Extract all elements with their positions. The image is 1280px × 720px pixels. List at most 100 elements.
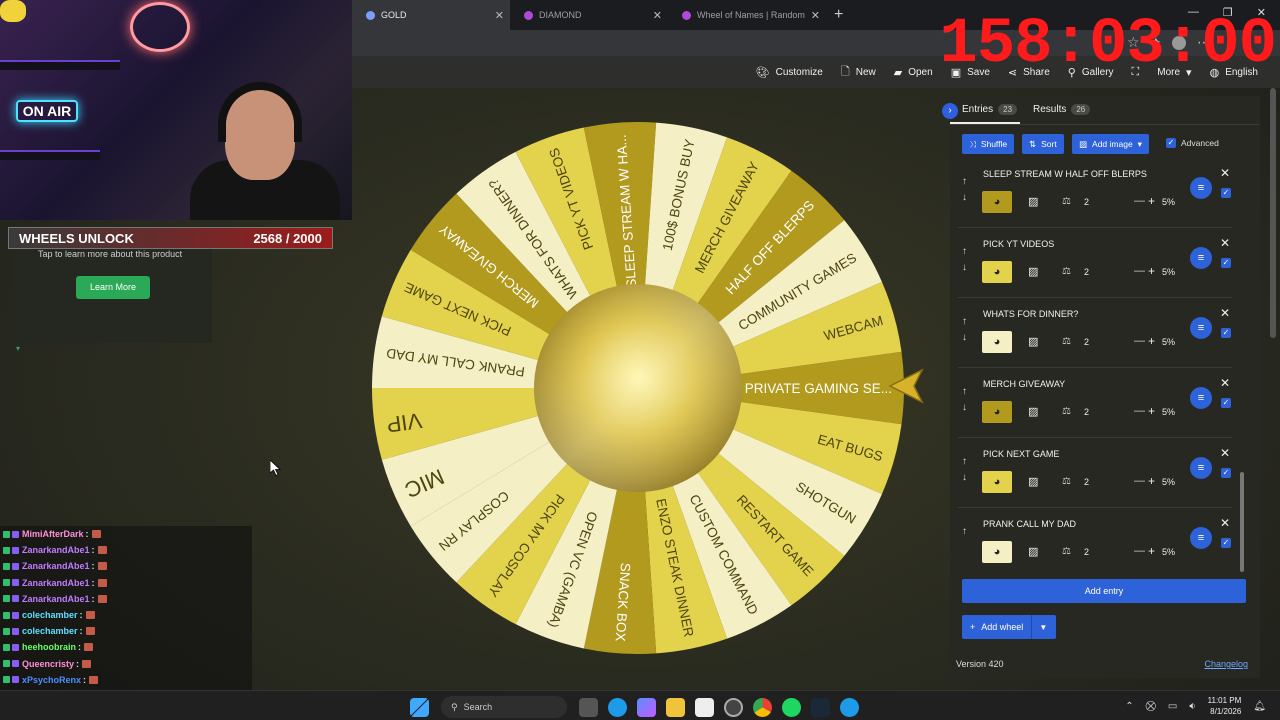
entry-image-icon[interactable]: ▨ <box>1028 265 1038 278</box>
entry-settings-icon[interactable]: ≡ <box>1190 177 1212 199</box>
move-up-icon[interactable]: ↑ <box>962 524 972 540</box>
remove-entry-icon[interactable]: ✕ <box>1220 306 1230 320</box>
increase-weight-icon[interactable]: + <box>1148 544 1155 558</box>
entry-image-icon[interactable]: ▨ <box>1028 335 1038 348</box>
start-icon[interactable] <box>410 697 429 717</box>
move-up-icon[interactable]: ↑ <box>962 244 972 260</box>
chat-username[interactable]: xPsychoRenx <box>22 675 81 685</box>
close-tab-icon[interactable]: ✕ <box>653 9 662 22</box>
tab-wheel-of-names[interactable]: Wheel of Names | Random name ✕ <box>668 0 826 30</box>
entry-enabled-checkbox[interactable]: ✓ <box>1221 188 1231 198</box>
entry-settings-icon[interactable]: ≡ <box>1190 457 1212 479</box>
remove-entry-icon[interactable]: ✕ <box>1220 446 1230 460</box>
chevron-up-icon[interactable]: ⌃ <box>1125 701 1133 712</box>
display-icon[interactable]: ▭ <box>1168 701 1177 712</box>
edge-icon[interactable] <box>840 697 859 717</box>
entry-weight[interactable]: 2 <box>1084 197 1089 207</box>
move-down-icon[interactable]: ↓ <box>962 330 972 346</box>
tab-entries[interactable]: Entries 23 <box>962 104 1018 115</box>
advanced-checkbox[interactable]: ✓ Advanced <box>1166 138 1219 148</box>
changelog-link[interactable]: Changelog <box>1204 659 1248 669</box>
tab-diamond[interactable]: DIAMOND ✕ <box>510 0 668 30</box>
entry-name[interactable]: PICK YT VIDEOS <box>983 239 1054 249</box>
decrease-weight-icon[interactable]: — <box>1134 335 1145 347</box>
increase-weight-icon[interactable]: + <box>1148 334 1155 348</box>
entry-enabled-checkbox[interactable]: ✓ <box>1221 258 1231 268</box>
new-tab-button[interactable]: + <box>834 6 843 24</box>
chat-username[interactable]: colechamber <box>22 626 78 636</box>
entry-weight[interactable]: 2 <box>1084 407 1089 417</box>
file-explorer-icon[interactable] <box>666 697 685 717</box>
move-down-icon[interactable]: ↓ <box>962 400 972 416</box>
chat-username[interactable]: ZanarkandAbe1 <box>22 545 90 555</box>
entry-enabled-checkbox[interactable]: ✓ <box>1221 328 1231 338</box>
entry-color-button[interactable]: ◕ <box>982 331 1012 353</box>
edge-icon[interactable] <box>608 697 627 717</box>
entry-image-icon[interactable]: ▨ <box>1028 475 1038 488</box>
volume-icon[interactable]: 🔉︎ <box>1189 701 1195 712</box>
chat-username[interactable]: ZanarkandAbe1 <box>22 594 90 604</box>
chat-username[interactable]: heehoobrain <box>22 642 76 652</box>
ad-choice-icon[interactable]: ▾ <box>16 344 20 353</box>
entry-name[interactable]: WHATS FOR DINNER? <box>983 309 1078 319</box>
entry-enabled-checkbox[interactable]: ✓ <box>1221 468 1231 478</box>
decrease-weight-icon[interactable]: — <box>1134 475 1145 487</box>
entry-name[interactable]: MERCH GIVEAWAY <box>983 379 1065 389</box>
store-icon[interactable] <box>695 697 714 717</box>
new-button[interactable]: 🗋 New <box>841 63 876 82</box>
add-image-button[interactable]: ▨ Add image ▾ <box>1072 134 1149 154</box>
add-wheel-main[interactable]: + Add wheel <box>962 615 1033 639</box>
entry-name[interactable]: PRANK CALL MY DAD <box>983 519 1076 529</box>
tab-results[interactable]: Results 26 <box>1033 104 1091 115</box>
move-down-icon[interactable]: ↓ <box>962 470 972 486</box>
remove-entry-icon[interactable]: ✕ <box>1220 376 1230 390</box>
remove-entry-icon[interactable]: ✕ <box>1220 236 1230 250</box>
entry-weight[interactable]: 2 <box>1084 337 1089 347</box>
entry-enabled-checkbox[interactable]: ✓ <box>1221 538 1231 548</box>
open-button[interactable]: ▰ Open <box>894 66 933 79</box>
chevron-down-icon[interactable]: ▼ <box>1032 623 1054 632</box>
entry-image-icon[interactable]: ▨ <box>1028 545 1038 558</box>
add-wheel-button[interactable]: + Add wheel ▼ <box>962 615 1056 639</box>
entry-settings-icon[interactable]: ≡ <box>1190 247 1212 269</box>
entry-image-icon[interactable]: ▨ <box>1028 405 1038 418</box>
increase-weight-icon[interactable]: + <box>1148 264 1155 278</box>
entry-enabled-checkbox[interactable]: ✓ <box>1221 398 1231 408</box>
entry-name[interactable]: SLEEP STREAM W HALF OFF BLERPS <box>983 169 1147 179</box>
entry-name[interactable]: PICK NEXT GAME <box>983 449 1059 459</box>
settings-icon[interactable] <box>724 697 743 717</box>
add-entry-button[interactable]: Add entry <box>962 579 1246 603</box>
decrease-weight-icon[interactable]: — <box>1134 545 1145 557</box>
entry-weight[interactable]: 2 <box>1084 547 1089 557</box>
close-tab-icon[interactable]: ✕ <box>811 9 820 22</box>
entry-color-button[interactable]: ◕ <box>982 471 1012 493</box>
move-up-icon[interactable]: ↑ <box>962 454 972 470</box>
chat-username[interactable]: ZanarkandAbe1 <box>22 561 90 571</box>
entry-weight[interactable]: 2 <box>1084 267 1089 277</box>
entry-color-button[interactable]: ◕ <box>982 401 1012 423</box>
remove-entry-icon[interactable]: ✕ <box>1220 516 1230 530</box>
collapse-panel-icon[interactable]: › <box>942 103 958 119</box>
decrease-weight-icon[interactable]: — <box>1134 195 1145 207</box>
move-up-icon[interactable]: ↑ <box>962 384 972 400</box>
remove-entry-icon[interactable]: ✕ <box>1220 166 1230 180</box>
taskbar-search[interactable]: ⚲ Search <box>441 696 567 718</box>
wheel-graphic[interactable]: PRIVATE GAMING SE...EAT BUGSSHOTGUNRESTA… <box>368 118 908 658</box>
move-down-icon[interactable]: ↓ <box>962 190 972 206</box>
chat-username[interactable]: MimiAfterDark <box>22 529 84 539</box>
chrome-icon[interactable] <box>753 697 772 717</box>
entry-color-button[interactable]: ◕ <box>982 261 1012 283</box>
entry-settings-icon[interactable]: ≡ <box>1190 527 1212 549</box>
decrease-weight-icon[interactable]: — <box>1134 265 1145 277</box>
increase-weight-icon[interactable]: + <box>1148 474 1155 488</box>
chat-username[interactable]: colechamber <box>22 610 78 620</box>
increase-weight-icon[interactable]: + <box>1148 194 1155 208</box>
move-up-icon[interactable]: ↑ <box>962 314 972 330</box>
move-up-icon[interactable]: ↑ <box>962 174 972 190</box>
entry-color-button[interactable]: ◕ <box>982 541 1012 563</box>
increase-weight-icon[interactable]: + <box>1148 404 1155 418</box>
chat-username[interactable]: Queencristy <box>22 659 74 669</box>
entry-list-scrollbar[interactable] <box>1240 472 1244 572</box>
learn-more-button[interactable]: Learn More <box>76 276 150 299</box>
spotify-icon[interactable] <box>782 697 801 717</box>
